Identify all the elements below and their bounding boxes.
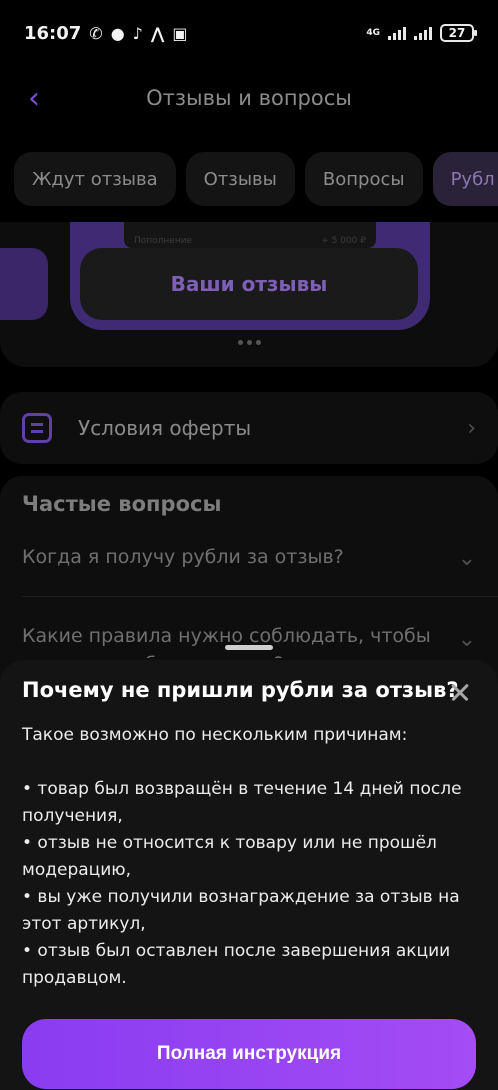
network-type: 4G (366, 27, 380, 38)
sheet-title: Почему не пришли рубли за отзыв? (22, 678, 459, 702)
signal-icon (388, 26, 406, 40)
divider (22, 596, 498, 597)
sheet-grabber[interactable] (225, 645, 273, 650)
promo-carousel[interactable]: Пополнение + 5 000 ₽ Ваши отзывы (0, 222, 498, 367)
shield-icon: ▣ (172, 23, 188, 43)
chevron-left-icon: ‹ (28, 80, 40, 116)
battery-level: 27 (448, 26, 466, 40)
chat-icon: ● (110, 23, 125, 43)
your-reviews-button[interactable]: Ваши отзывы (80, 248, 418, 320)
chevron-down-icon: ⌄ (457, 627, 476, 652)
battery-icon: 27 (440, 24, 477, 42)
tabs: Ждут отзыва Отзывы Вопросы Рубл (14, 152, 498, 206)
faq-item[interactable]: Какие правила нужно соблюдать, чтобы пол… (22, 622, 476, 658)
carousel-prev-card[interactable] (0, 248, 48, 320)
offer-terms-row[interactable]: Условия оферты › (0, 392, 498, 464)
faq-title: Частые вопросы (22, 492, 222, 516)
app-icon: ⋀ (150, 23, 165, 43)
reason-item: • товар был возвращён в течение 14 дней … (22, 779, 462, 826)
strip-left-text: Пополнение (134, 236, 193, 246)
chevron-down-icon: ⌄ (457, 546, 476, 571)
reason-item: • вы уже получили вознаграждение за отзы… (22, 887, 460, 934)
faq-question: Когда я получу рубли за отзыв? (22, 546, 344, 568)
close-button[interactable] (444, 676, 476, 708)
signal-icon-2 (414, 26, 432, 40)
page-title: Отзывы и вопросы (146, 86, 352, 110)
faq-question: Какие правила нужно соблюдать, чтобы пол… (22, 625, 431, 658)
tab-reviews[interactable]: Отзывы (185, 152, 295, 206)
status-bar: 16:07 ✆ ● ♪ ⋀ ▣ 4G 27 (0, 0, 498, 66)
header: ‹ Отзывы и вопросы (0, 66, 498, 130)
strip-right-text: + 5 000 ₽ (321, 236, 366, 246)
bottom-sheet: Почему не пришли рубли за отзыв? Такое в… (0, 660, 498, 1090)
carousel-dots (238, 340, 261, 345)
tiktok-icon: ♪ (132, 23, 143, 43)
tab-await-review[interactable]: Ждут отзыва (14, 152, 176, 206)
reason-item: • отзыв не относится к товару или не про… (22, 833, 437, 880)
back-button[interactable]: ‹ (14, 78, 54, 118)
sheet-body: Такое возможно по нескольким причинам: •… (22, 722, 478, 992)
document-icon (22, 413, 52, 443)
phone-screen-strip: Пополнение + 5 000 ₽ (124, 222, 376, 248)
sheet-intro: Такое возможно по нескольким причинам: (22, 725, 408, 745)
full-instruction-button[interactable]: Полная инструкция (22, 1019, 476, 1089)
chevron-right-icon: › (467, 415, 476, 441)
faq-item[interactable]: Когда я получу рубли за отзыв? ⌄ (22, 546, 476, 571)
missed-call-icon: ✆ (89, 23, 103, 43)
tab-questions[interactable]: Вопросы (304, 152, 423, 206)
offer-terms-label: Условия оферты (78, 416, 252, 440)
tab-rubles[interactable]: Рубл (432, 152, 498, 206)
reason-item: • отзыв был оставлен после завершения ак… (22, 941, 451, 988)
status-time: 16:07 (24, 22, 82, 44)
